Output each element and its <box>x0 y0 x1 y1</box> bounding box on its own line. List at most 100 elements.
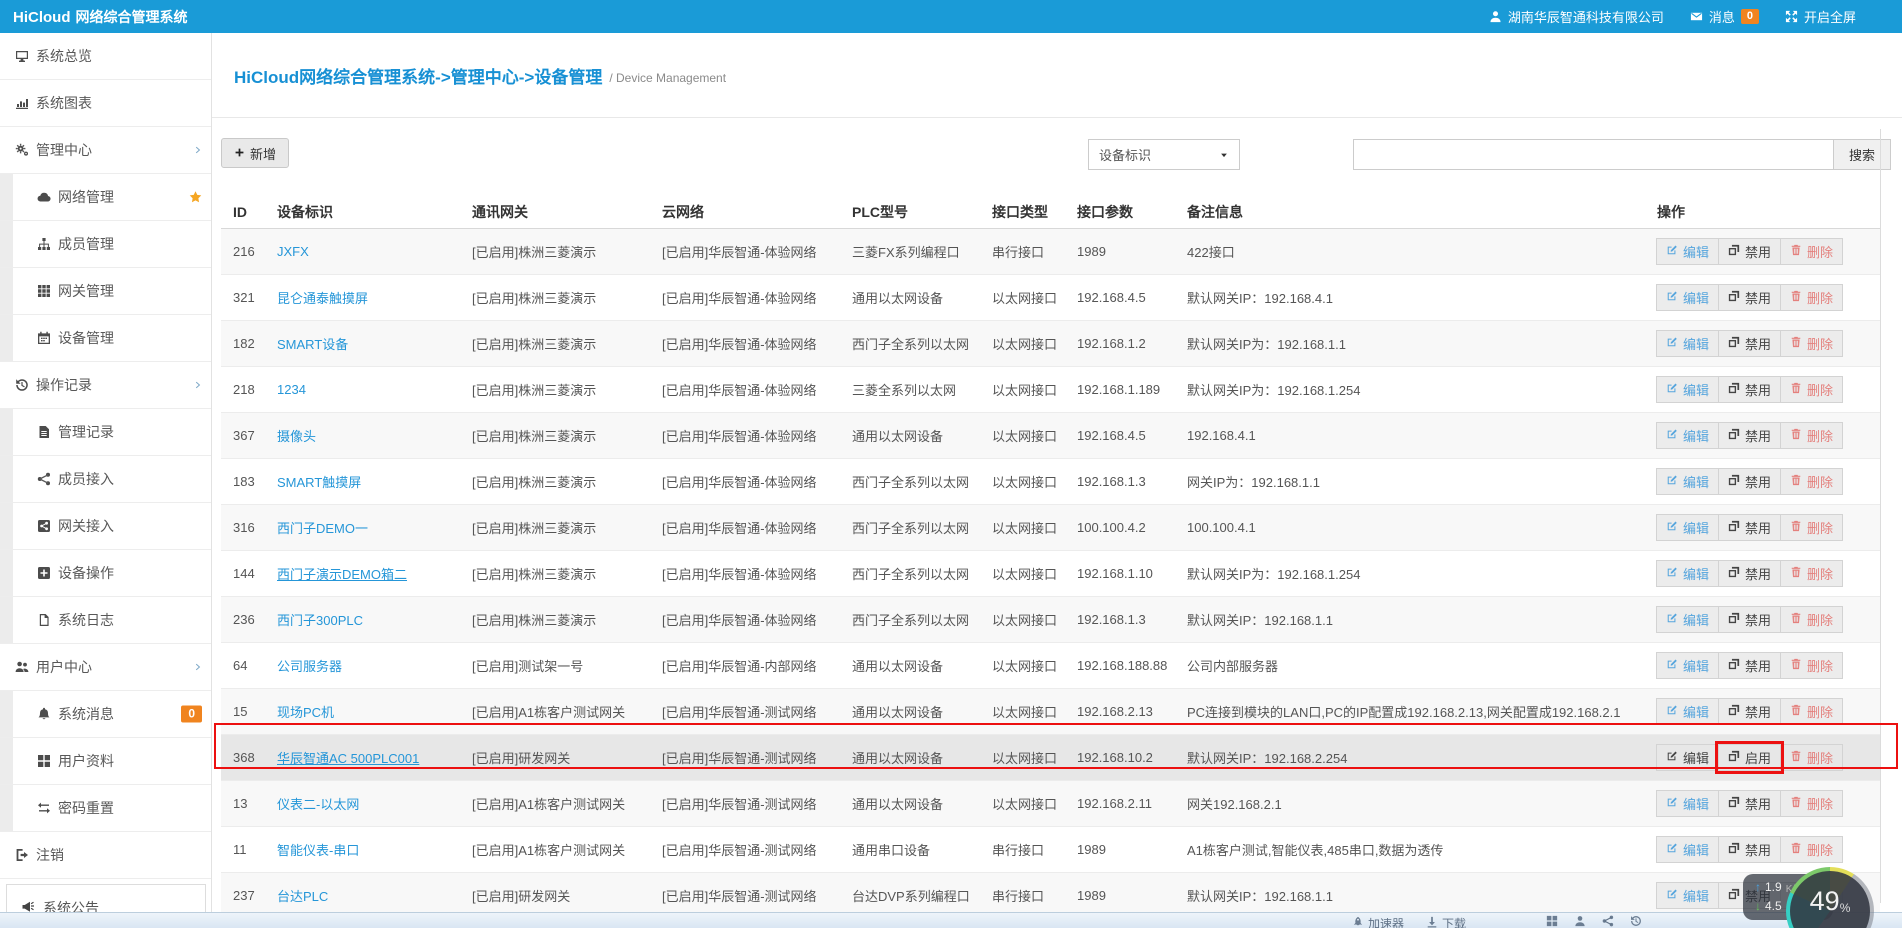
sidebar-item-gateway-access[interactable]: 网关接入 <box>0 503 211 550</box>
sidebar-item-device-mgmt[interactable]: 设备管理 <box>0 315 211 362</box>
edit-button[interactable]: 编辑 <box>1656 422 1719 449</box>
device-name-link[interactable]: 西门子300PLC <box>277 613 363 628</box>
sidebar-item-gateway-mgmt[interactable]: 网关管理 <box>0 268 211 315</box>
company-menu[interactable]: 湖南华辰智通科技有限公司 <box>1489 7 1664 26</box>
disable-button[interactable]: 禁用 <box>1718 698 1781 725</box>
sidebar-item-admin-center[interactable]: 管理中心 <box>0 127 211 174</box>
disable-button[interactable]: 禁用 <box>1718 422 1781 449</box>
th-large-icon[interactable] <box>1546 915 1558 927</box>
disable-button[interactable]: 禁用 <box>1718 284 1781 311</box>
share-icon[interactable] <box>1602 915 1614 927</box>
device-name-link[interactable]: 台达PLC <box>277 889 328 904</box>
edit-button[interactable]: 编辑 <box>1656 514 1719 541</box>
chevron-right-icon <box>193 379 202 391</box>
sidebar-item-logout[interactable]: 注销 <box>0 832 211 879</box>
toolbar-download[interactable]: 下载 <box>1426 915 1466 928</box>
device-name-link[interactable]: 现场PC机 <box>277 705 334 720</box>
device-name-link[interactable]: 华辰智通AC 500PLC001 <box>277 751 419 766</box>
disable-button[interactable]: 禁用 <box>1718 836 1781 863</box>
edit-button[interactable]: 编辑 <box>1656 238 1719 265</box>
sidebar-item-user-profile[interactable]: 用户资料 <box>0 738 211 785</box>
delete-button[interactable]: 删除 <box>1780 744 1843 771</box>
delete-button[interactable]: 删除 <box>1780 514 1843 541</box>
sidebar-item-system-overview[interactable]: 系统总览 <box>0 33 211 80</box>
edit-button[interactable]: 编辑 <box>1656 744 1719 771</box>
disable-button[interactable]: 禁用 <box>1718 652 1781 679</box>
trash-icon <box>1790 520 1802 535</box>
sidebar-item-system-logs[interactable]: 系统日志 <box>0 597 211 644</box>
disable-button[interactable]: 禁用 <box>1718 790 1781 817</box>
delete-button[interactable]: 删除 <box>1780 606 1843 633</box>
cell-param: 192.168.1.10 <box>1065 551 1175 597</box>
toolbar-accelerator[interactable]: 加速器 <box>1352 915 1404 928</box>
cell-plc: 通用以太网设备 <box>840 735 980 781</box>
device-name-link[interactable]: SMART设备 <box>277 337 348 352</box>
device-name-link[interactable]: 西门子DEMO一 <box>277 521 368 536</box>
device-name-link[interactable]: 仪表二-以太网 <box>277 797 359 812</box>
delete-button[interactable]: 删除 <box>1780 284 1843 311</box>
device-name-link[interactable]: JXFX <box>277 244 309 259</box>
edit-button[interactable]: 编辑 <box>1656 330 1719 357</box>
edit-button[interactable]: 编辑 <box>1656 652 1719 679</box>
disable-button[interactable]: 禁用 <box>1718 468 1781 495</box>
sidebar-item-member-access[interactable]: 成员接入 <box>0 456 211 503</box>
sidebar-item-network-mgmt[interactable]: 网络管理 <box>0 174 211 221</box>
enable-button[interactable]: 启用 <box>1718 744 1781 771</box>
disable-button[interactable]: 禁用 <box>1718 560 1781 587</box>
delete-button[interactable]: 删除 <box>1780 652 1843 679</box>
disable-button[interactable]: 禁用 <box>1718 238 1781 265</box>
filter-select[interactable]: 设备标识 <box>1088 139 1240 170</box>
cell-param: 192.168.1.2 <box>1065 321 1175 367</box>
device-name-link[interactable]: 智能仪表-串口 <box>277 843 359 858</box>
device-name-link[interactable]: SMART触摸屏 <box>277 475 361 490</box>
delete-button[interactable]: 删除 <box>1780 330 1843 357</box>
disable-button[interactable]: 禁用 <box>1718 606 1781 633</box>
sidebar-item-admin-records[interactable]: 管理记录 <box>0 409 211 456</box>
delete-button[interactable]: 删除 <box>1780 468 1843 495</box>
edit-button[interactable]: 编辑 <box>1656 882 1719 909</box>
sidebar-item-system-charts[interactable]: 系统图表 <box>0 80 211 127</box>
sidebar-item-user-center[interactable]: 用户中心 <box>0 644 211 691</box>
add-device-button[interactable]: 新增 <box>221 138 289 168</box>
messages-label: 消息 <box>1709 7 1735 26</box>
edit-button[interactable]: 编辑 <box>1656 836 1719 863</box>
fullscreen-toggle[interactable]: 开启全屏 <box>1785 7 1856 26</box>
history-icon[interactable] <box>1630 915 1642 927</box>
disable-button[interactable]: 禁用 <box>1718 514 1781 541</box>
disable-button[interactable]: 禁用 <box>1718 376 1781 403</box>
delete-button[interactable]: 删除 <box>1780 698 1843 725</box>
device-name-link[interactable]: 西门子演示DEMO箱二 <box>277 567 407 582</box>
delete-button[interactable]: 删除 <box>1780 560 1843 587</box>
edit-button[interactable]: 编辑 <box>1656 284 1719 311</box>
device-name-link[interactable]: 摄像头 <box>277 429 316 444</box>
device-name-link[interactable]: 1234 <box>277 382 306 397</box>
sidebar-item-system-messages[interactable]: 系统消息0 <box>0 691 211 738</box>
edit-button[interactable]: 编辑 <box>1656 606 1719 633</box>
device-name-link[interactable]: 昆仑通泰触摸屏 <box>277 291 368 306</box>
edit-button[interactable]: 编辑 <box>1656 790 1719 817</box>
sidebar-item-device-ops[interactable]: 设备操作 <box>0 550 211 597</box>
sidebar-item-password-reset[interactable]: 密码重置 <box>0 785 211 832</box>
delete-button[interactable]: 删除 <box>1780 422 1843 449</box>
edit-button[interactable]: 编辑 <box>1656 468 1719 495</box>
delete-button[interactable]: 删除 <box>1780 376 1843 403</box>
edit-button[interactable]: 编辑 <box>1656 698 1719 725</box>
cell-name: 1234 <box>265 367 460 413</box>
company-name: 湖南华辰智通科技有限公司 <box>1508 7 1664 26</box>
edit-button[interactable]: 编辑 <box>1656 560 1719 587</box>
search-input[interactable] <box>1353 139 1833 170</box>
clone-icon <box>1728 612 1740 627</box>
edit-button[interactable]: 编辑 <box>1656 376 1719 403</box>
cell-gateway: [已启用]株洲三菱演示 <box>460 229 650 275</box>
sidebar-item-op-records[interactable]: 操作记录 <box>0 362 211 409</box>
delete-button[interactable]: 删除 <box>1780 836 1843 863</box>
search-button[interactable]: 搜索 <box>1833 139 1891 170</box>
disable-button[interactable]: 禁用 <box>1718 330 1781 357</box>
delete-button[interactable]: 删除 <box>1780 790 1843 817</box>
user-icon[interactable] <box>1574 915 1586 927</box>
device-name-link[interactable]: 公司服务器 <box>277 659 342 674</box>
messages-menu[interactable]: 消息 0 <box>1690 7 1759 26</box>
delete-button[interactable]: 删除 <box>1780 238 1843 265</box>
caret-down-icon <box>1219 150 1229 160</box>
sidebar-item-member-mgmt[interactable]: 成员管理 <box>0 221 211 268</box>
